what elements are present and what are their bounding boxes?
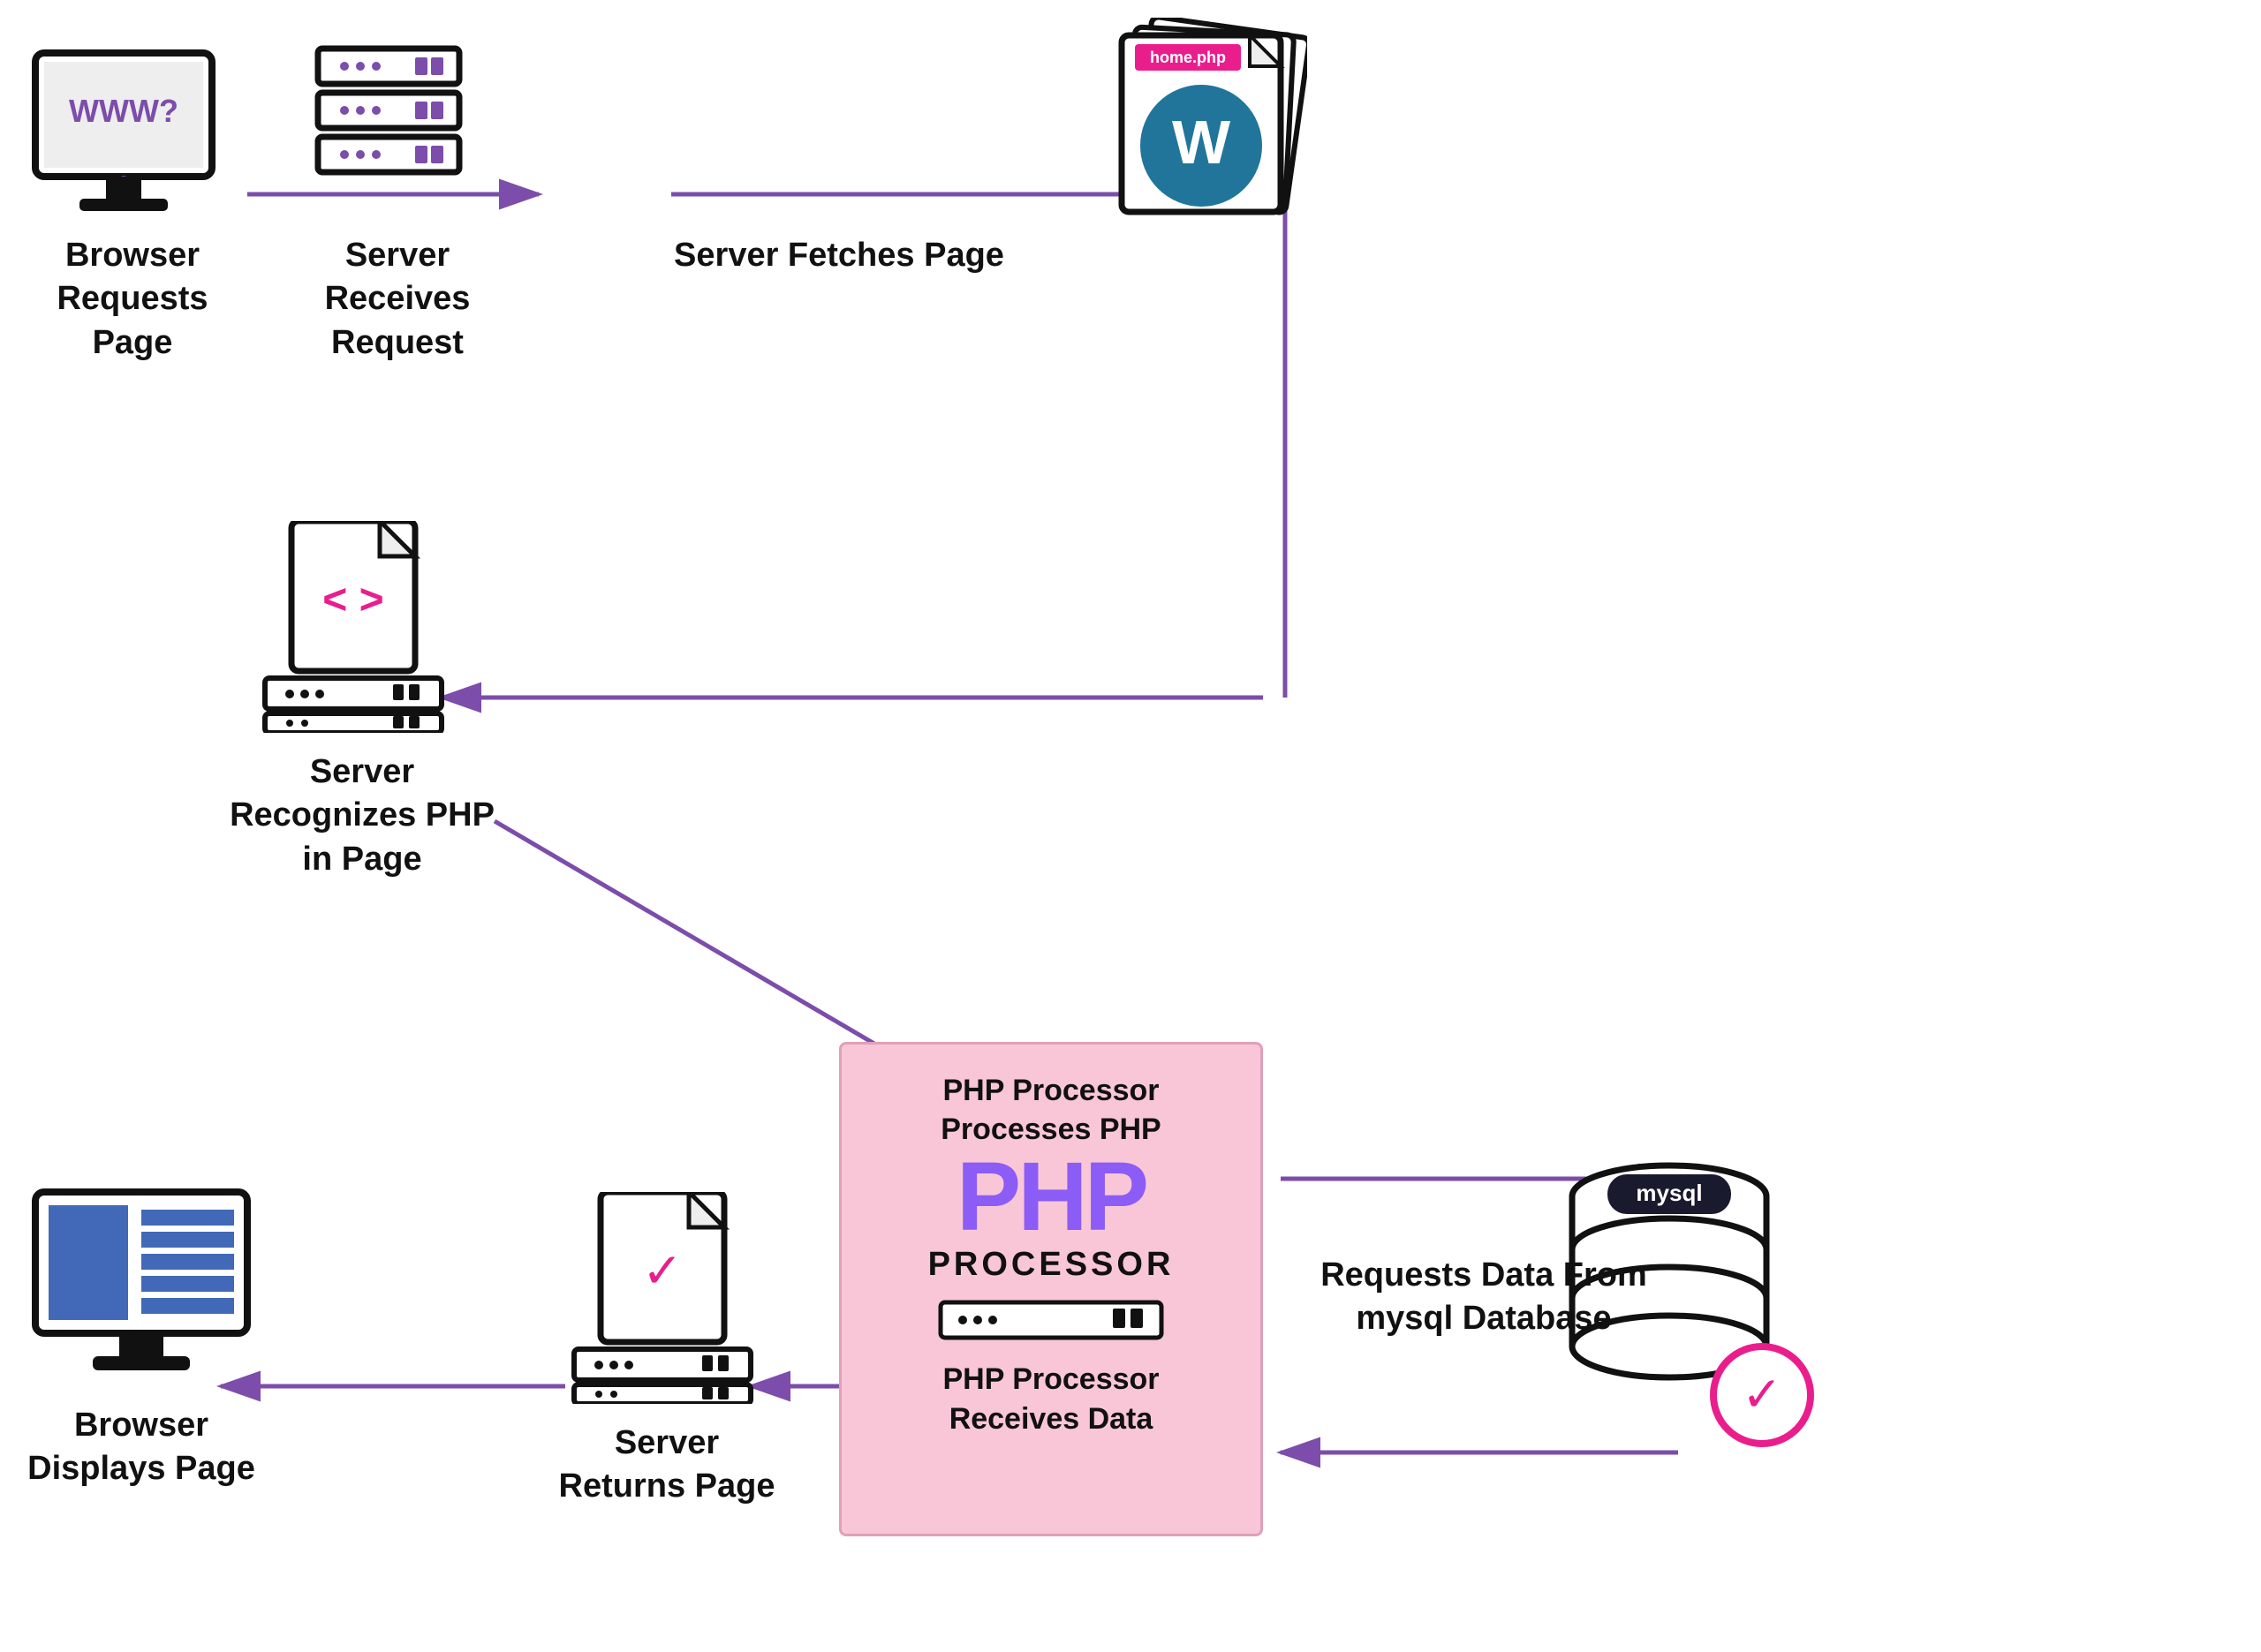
diagram-container: WWW? Browser Requests Page Server Receiv… xyxy=(0,0,2261,1652)
php-processor-box: PHP Processor Processes PHP PHP PROCESSO… xyxy=(839,1042,1263,1536)
wordpress-folder-icon: home.php W xyxy=(1060,18,1307,230)
browser-displays-label: Browser Displays Page xyxy=(18,1404,265,1491)
php-processor-top-label: PHP Processor Processes PHP xyxy=(877,1071,1225,1149)
svg-text:W: W xyxy=(1172,108,1230,177)
svg-text:✓: ✓ xyxy=(1742,1367,1782,1422)
svg-text:home.php: home.php xyxy=(1150,49,1226,66)
requests-data-label: Requests Data From mysql Database xyxy=(1316,1254,1652,1341)
server-receives-icon xyxy=(300,35,477,212)
svg-text:WWW?: WWW? xyxy=(69,93,178,129)
php-server-rack-icon xyxy=(936,1298,1166,1342)
php-processor-bottom-label: PHP Processor Receives Data xyxy=(877,1360,1225,1437)
server-returns-label: Server Returns Page xyxy=(548,1422,786,1509)
server-fetches-label: Server Fetches Page xyxy=(662,234,1016,277)
browser-monitor-icon: WWW? xyxy=(26,44,221,221)
svg-text:mysql: mysql xyxy=(1636,1180,1702,1206)
browser-requests-label: Browser Requests Page xyxy=(18,234,247,365)
php-processor-text: PROCESSOR xyxy=(928,1246,1175,1284)
server-receives-label: Server Receives Request xyxy=(291,234,503,365)
arrow-server-to-browser-display xyxy=(212,1364,583,1408)
arrow-wp-left xyxy=(433,675,1281,720)
svg-text:✓: ✓ xyxy=(642,1243,683,1298)
php-big-text: PHP xyxy=(957,1149,1146,1246)
server-recognizes-label: Server Recognizes PHP in Page xyxy=(221,751,503,881)
browser-displays-icon xyxy=(26,1183,256,1386)
arrow-wp-down xyxy=(1263,194,1307,698)
svg-text:< >: < > xyxy=(322,577,383,623)
server-returns-icon: ✓ xyxy=(565,1192,760,1404)
server-recognizes-icon: < > xyxy=(256,521,450,733)
